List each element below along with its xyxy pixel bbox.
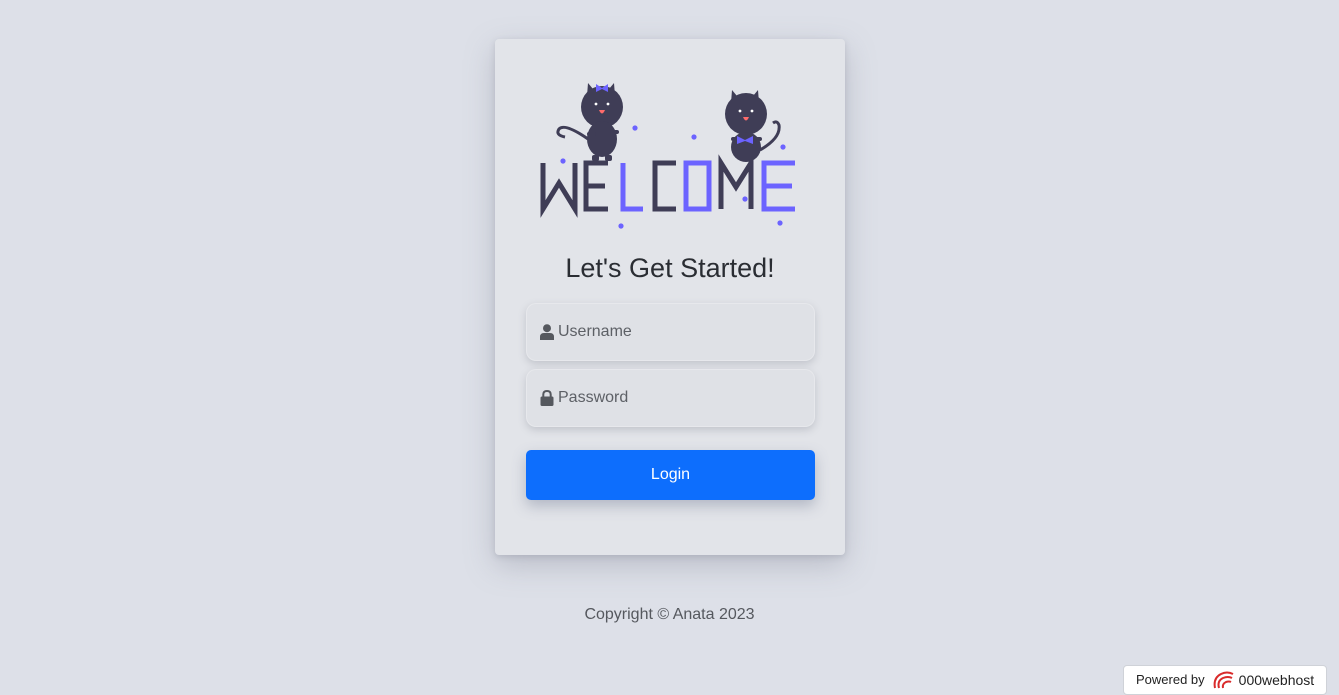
copyright-text: Copyright © Anata 2023 [584, 606, 755, 623]
username-field[interactable] [526, 303, 815, 361]
lock-icon [539, 390, 554, 407]
login-card: Let's Get Started! Login [495, 39, 845, 555]
powered-by-label: Powered by [1136, 672, 1205, 687]
webhost-logo-icon [1213, 671, 1234, 689]
powered-by-badge[interactable]: Powered by 000webhost [1123, 665, 1327, 695]
login-button[interactable]: Login [526, 450, 815, 500]
welcome-cats-illustration [540, 83, 795, 229]
password-field[interactable] [526, 369, 815, 427]
username-input[interactable] [558, 323, 808, 341]
password-input[interactable] [558, 389, 808, 407]
user-icon [539, 324, 554, 341]
page-title: Let's Get Started! [565, 253, 775, 283]
powered-by-brand: 000webhost [1238, 672, 1315, 688]
